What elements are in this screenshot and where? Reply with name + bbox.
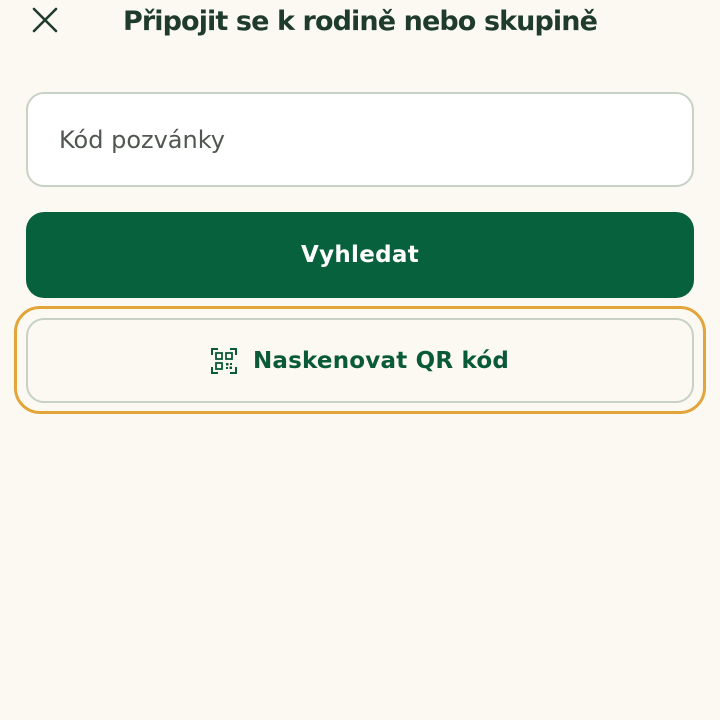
qr-code-icon — [210, 347, 237, 374]
invite-code-input[interactable] — [26, 92, 694, 187]
scan-qr-button[interactable]: Naskenovat QR kód — [26, 318, 694, 403]
header-bar: Připojit se k rodině nebo skupině — [0, 0, 720, 44]
page-title: Připojit se k rodině nebo skupině — [122, 6, 598, 37]
search-button[interactable]: Vyhledat — [26, 212, 694, 298]
scan-qr-label: Naskenovat QR kód — [252, 347, 510, 374]
